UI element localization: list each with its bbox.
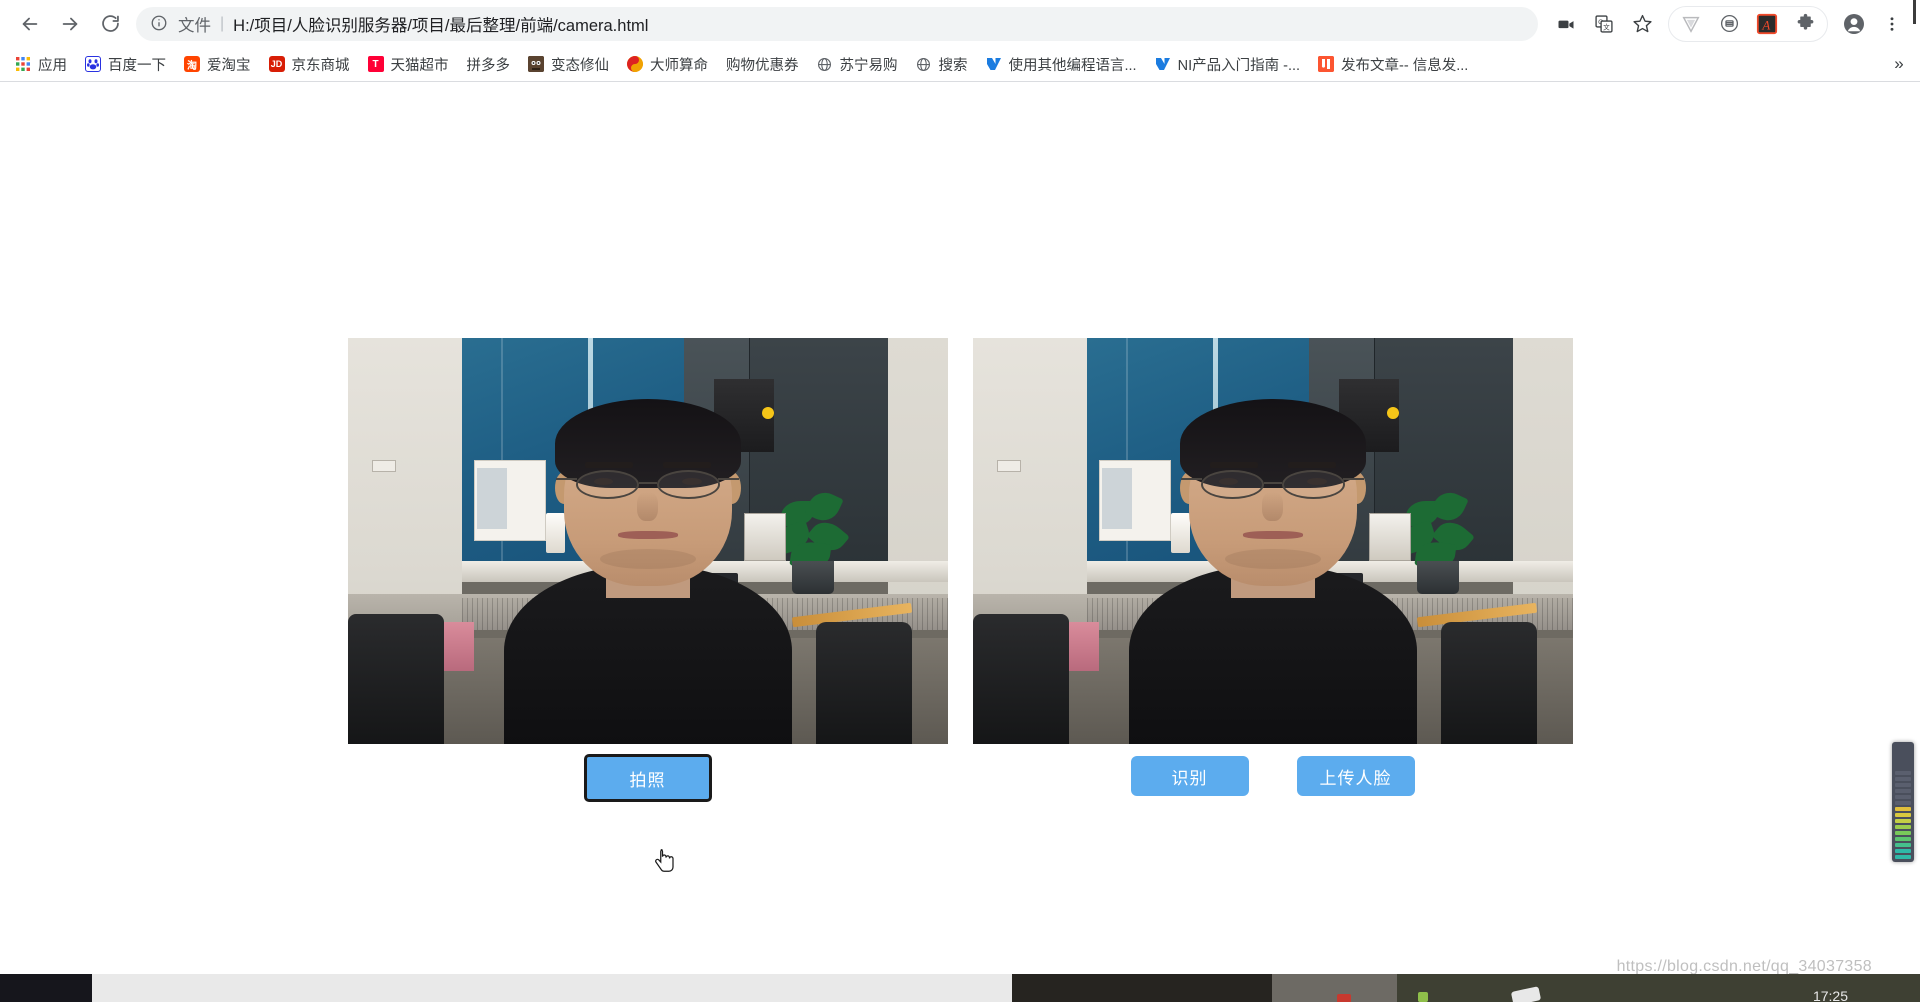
svg-text:文: 文: [1603, 22, 1610, 31]
taiji-icon: [627, 56, 643, 72]
bookmark-label: 使用其他编程语言...: [1008, 57, 1137, 74]
captured-photo-preview: [972, 338, 1573, 744]
url-text: H:/项目/人脸识别服务器/项目/最后整理/前端/camera.html: [233, 16, 649, 35]
bookmark-label: 发布文章-- 信息发...: [1341, 57, 1469, 74]
browser-toolbar: 文件 | H:/项目/人脸识别服务器/项目/最后整理/前端/camera.htm…: [0, 0, 1920, 47]
bookmark-apps[interactable]: 应用: [6, 51, 76, 77]
bookmark-baidu[interactable]: 百度一下: [76, 51, 175, 77]
bookmark-suning[interactable]: 苏宁易购: [808, 51, 907, 77]
bookmark-label: NI产品入门指南 -...: [1177, 57, 1301, 74]
adobe-acrobat-extension-icon[interactable]: A: [1749, 6, 1785, 42]
google-translate-icon[interactable]: G 文: [1586, 6, 1622, 42]
taskbar-window-strip[interactable]: [92, 974, 1012, 1002]
globe-icon: [816, 56, 833, 72]
badge-extension-icon[interactable]: [1711, 6, 1747, 42]
bookmark-dashisuanming[interactable]: 大师算命: [618, 51, 717, 77]
bookmark-label: 大师算命: [650, 57, 708, 74]
taobao-icon: 淘: [184, 56, 200, 72]
taskbar-start-area[interactable]: [0, 974, 92, 1002]
webcam-scene: [347, 338, 948, 744]
reload-button[interactable]: [90, 4, 130, 44]
bookmark-pinduoduo[interactable]: 拼多多: [458, 51, 520, 77]
svg-text:A: A: [1761, 18, 1770, 32]
bookmark-label: 购物优惠券: [726, 57, 799, 74]
bookmark-label: 拼多多: [466, 57, 511, 74]
bookmarks-overflow-button[interactable]: »: [1886, 51, 1912, 77]
bookmark-label: 百度一下: [108, 57, 166, 74]
bookmark-label: 苏宁易购: [839, 57, 898, 74]
url-scheme-label: 文件: [178, 16, 211, 35]
browser-window: 文件 | H:/项目/人脸识别服务器/项目/最后整理/前端/camera.htm…: [0, 0, 1920, 1002]
level-meter-overlay: [1892, 742, 1914, 862]
camera-panels: 拍照 识别 上传人脸: [0, 338, 1920, 802]
bookmark-label: 应用: [38, 57, 67, 74]
profile-avatar-icon[interactable]: [1836, 6, 1872, 42]
csdn-icon: [1318, 56, 1335, 72]
bookmark-ni-guide[interactable]: NI产品入门指南 -...: [1146, 51, 1309, 77]
bookmarks-bar: 应用 百度一下 淘 爱淘宝 JD 京东商城 T 天猫超市 拼多多 变态修仙 大师…: [0, 47, 1920, 81]
globe-icon: [915, 56, 932, 72]
taskbar-edge-marker: [1913, 0, 1916, 24]
taskbar-dark-strip[interactable]: [1012, 974, 1272, 1002]
video-camera-icon[interactable]: [1548, 6, 1584, 42]
bookmark-tmall[interactable]: T 天猫超市: [359, 51, 458, 77]
windows-taskbar: 17:25: [0, 974, 1920, 1002]
jd-icon: JD: [268, 56, 285, 72]
baidu-icon: [85, 56, 101, 72]
bookmark-coupon[interactable]: 购物优惠券: [717, 51, 808, 77]
vimium-extension-icon[interactable]: [1673, 6, 1709, 42]
bookmark-other-languages[interactable]: 使用其他编程语言...: [977, 51, 1146, 77]
bookmark-label: 搜索: [938, 57, 968, 74]
back-button[interactable]: [10, 4, 50, 44]
bookmark-search[interactable]: 搜索: [907, 51, 977, 77]
info-circle-icon[interactable]: [150, 14, 170, 34]
captured-panel-buttons: 识别 上传人脸: [1130, 756, 1415, 796]
taskbar-olive-strip[interactable]: 17:25: [1397, 974, 1920, 1002]
bookmark-label: 京东商城: [291, 57, 350, 74]
taskbar-grey-strip[interactable]: [1272, 974, 1397, 1002]
bookmark-csdn-publish[interactable]: 发布文章-- 信息发...: [1309, 51, 1477, 77]
three-dot-menu-icon[interactable]: [1874, 6, 1910, 42]
extensions-group: A: [1668, 5, 1828, 42]
page-content: 拍照 识别 上传人脸 https://blog.csdn.net/qq_3403…: [0, 82, 1920, 1002]
bookmark-label: 变态修仙: [551, 57, 609, 74]
ni-icon: [1154, 56, 1171, 72]
live-panel-buttons: 拍照: [583, 754, 712, 802]
bookmark-star-icon[interactable]: [1624, 6, 1660, 42]
taskbar-clock: 17:25: [1812, 988, 1848, 1002]
apps-grid-icon: [15, 56, 31, 72]
ni-icon: [985, 56, 1002, 72]
capture-photo-button[interactable]: 拍照: [583, 754, 712, 802]
recognize-face-button[interactable]: 识别: [1130, 756, 1249, 796]
upload-face-button[interactable]: 上传人脸: [1296, 756, 1415, 796]
bookmark-biantaixiuxian[interactable]: 变态修仙: [519, 51, 618, 77]
captured-photo-panel: 识别 上传人脸: [972, 338, 1573, 800]
address-bar[interactable]: 文件 | H:/项目/人脸识别服务器/项目/最后整理/前端/camera.htm…: [136, 6, 1538, 41]
bookmark-label: 爱淘宝: [207, 57, 251, 74]
pointer-hand-cursor: [655, 849, 674, 872]
extensions-puzzle-icon[interactable]: [1787, 6, 1823, 42]
live-camera-panel: 拍照: [347, 338, 948, 802]
bookmark-taobao[interactable]: 淘 爱淘宝: [175, 51, 260, 77]
bookmark-jd[interactable]: JD 京东商城: [260, 51, 359, 77]
game-avatar-icon: [528, 56, 544, 72]
omnibox-separator: |: [220, 14, 225, 32]
toolbar-right-actions: G 文: [1548, 5, 1910, 42]
forward-button[interactable]: [50, 4, 90, 44]
tmall-icon: T: [367, 56, 384, 72]
live-camera-feed: [347, 338, 948, 744]
bookmark-label: 天猫超市: [390, 57, 449, 74]
captured-scene: [972, 338, 1573, 744]
